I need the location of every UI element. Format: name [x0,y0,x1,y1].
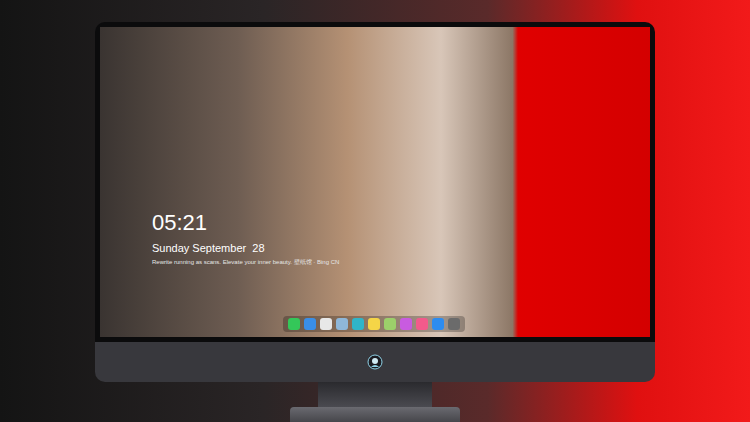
monitor-neck [318,382,432,407]
dock-app-icon[interactable] [448,318,460,330]
clock: 05:21 [152,210,339,236]
dock-app-icon[interactable] [416,318,428,330]
brand-logo-icon [367,354,383,370]
monitor: 05:21 Sunday September 28 Rewrite running … [95,22,655,422]
dock [283,316,465,332]
monitor-base [290,407,460,422]
dock-app-icon[interactable] [288,318,300,330]
date: Sunday September 28 [152,240,339,256]
wallpaper-photo [100,27,650,337]
dock-app-icon[interactable] [336,318,348,330]
dock-app-icon[interactable] [320,318,332,330]
screen: 05:21 Sunday September 28 Rewrite running … [100,27,650,337]
caption: Rewrite running as scans. Elevate your i… [152,258,339,267]
dock-app-icon[interactable] [368,318,380,330]
dock-app-icon[interactable] [384,318,396,330]
monitor-bezel: 05:21 Sunday September 28 Rewrite running … [95,22,655,342]
monitor-chin [95,342,655,382]
dock-app-icon[interactable] [400,318,412,330]
dock-app-icon[interactable] [352,318,364,330]
dock-app-icon[interactable] [304,318,316,330]
lock-overlay: 05:21 Sunday September 28 Rewrite running … [152,210,339,267]
mockup-page: 05:21 Sunday September 28 Rewrite running … [0,0,750,422]
dock-app-icon[interactable] [432,318,444,330]
